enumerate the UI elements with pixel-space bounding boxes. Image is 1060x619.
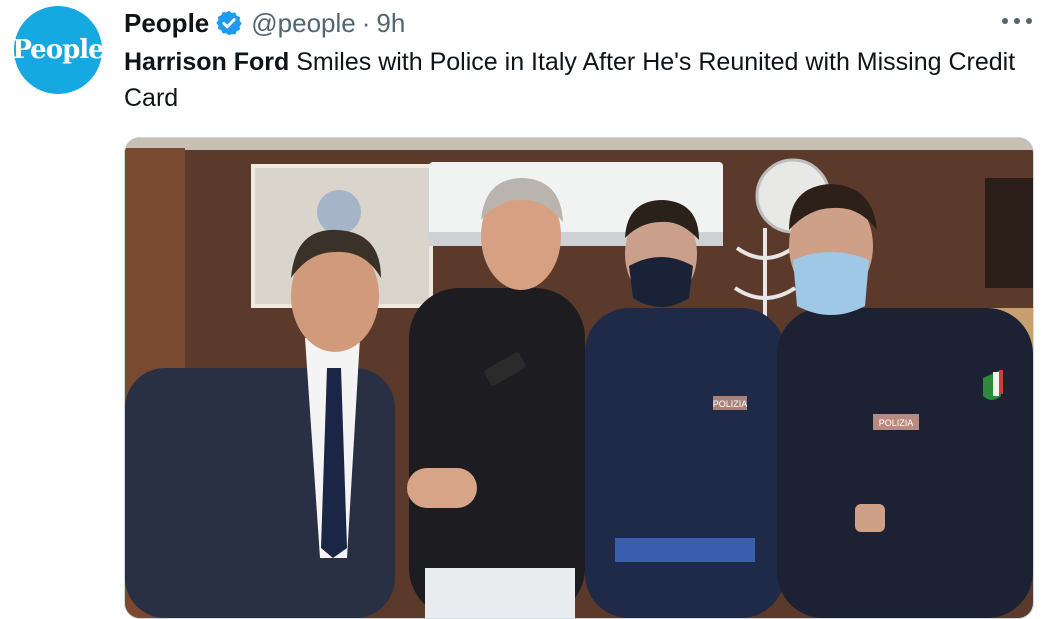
more-dot	[1026, 18, 1032, 24]
photo-polizia-badge-2: POLIZIA	[879, 418, 914, 428]
tweet-media-photo[interactable]: POLIZIA POLIZIA	[124, 137, 1034, 619]
account-name[interactable]: People	[124, 8, 209, 39]
tweet[interactable]: People People @people · 9h Harrison Ford…	[0, 0, 1060, 619]
tweet-header: People @people · 9h	[124, 6, 405, 40]
separator-dot: ·	[361, 7, 371, 38]
more-dots-icon[interactable]	[1002, 14, 1032, 28]
photo-illustration: POLIZIA POLIZIA	[125, 138, 1033, 618]
tweet-text: Harrison Ford Smiles with Police in Ital…	[124, 44, 1024, 116]
verified-badge-icon	[216, 10, 242, 36]
timestamp[interactable]: 9h	[376, 8, 405, 39]
more-dot	[1002, 18, 1008, 24]
more-dot	[1014, 18, 1020, 24]
tweet-bold-name[interactable]: Harrison Ford	[124, 48, 289, 76]
avatar-logo-text: People	[12, 35, 104, 65]
account-handle[interactable]: @people	[251, 8, 355, 39]
photo-ceiling	[125, 138, 1033, 150]
profile-avatar[interactable]: People	[12, 6, 105, 94]
photo-polizia-badge-1: POLIZIA	[713, 399, 748, 409]
